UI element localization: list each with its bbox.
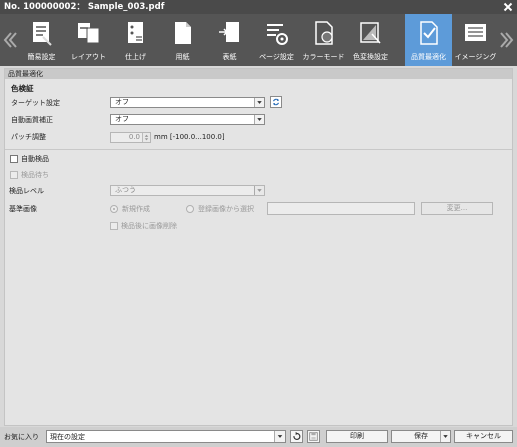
auto-inspect-checkbox[interactable]	[10, 155, 18, 163]
tab-paper[interactable]: 用紙	[159, 14, 206, 66]
auto-correct-value: オフ	[115, 115, 129, 123]
auto-correct-label: 自動画質補正	[11, 116, 53, 124]
tab-page-settings[interactable]: ページ設定	[253, 14, 300, 66]
page-settings-icon	[267, 24, 288, 45]
chevron-down-icon	[254, 186, 264, 195]
tab-color-mode[interactable]: カラーモード	[300, 14, 347, 66]
paper-icon	[175, 22, 191, 44]
finishing-icon	[128, 22, 143, 43]
auto-correct-select[interactable]: オフ	[110, 114, 265, 125]
tab-label: 用紙	[175, 53, 190, 61]
chevron-down-icon	[254, 115, 264, 124]
close-icon[interactable]	[502, 0, 514, 14]
section-header: 品質最適化	[5, 69, 512, 79]
tab-basic-settings[interactable]: 簡易設定	[18, 14, 65, 66]
cancel-button[interactable]: キャンセル	[454, 430, 513, 443]
reference-image-field[interactable]	[267, 202, 415, 215]
layout-icon	[78, 23, 100, 44]
title-bar: No. 100000002： Sample_003.pdf	[0, 0, 517, 14]
divider	[5, 149, 512, 150]
patch-range: mm [-100.0...100.0]	[154, 133, 225, 141]
inspect-level-label: 検品レベル	[9, 187, 44, 195]
tab-label: 仕上げ	[125, 53, 146, 61]
cover-icon	[219, 22, 239, 42]
save-button-label: 保存	[414, 432, 428, 440]
patch-stepper[interactable]: 0.0	[110, 132, 151, 143]
refresh-icon[interactable]	[290, 430, 303, 443]
patch-value: 0.0	[128, 133, 140, 141]
tab-imaging[interactable]: イメージング	[452, 14, 499, 66]
change-button[interactable]: 変更...	[421, 202, 493, 215]
chevron-down-icon[interactable]	[440, 431, 450, 442]
window-title: No. 100000002： Sample_003.pdf	[4, 2, 165, 12]
chevron-down-icon	[254, 98, 264, 107]
refresh-icon[interactable]	[270, 96, 282, 108]
decrement-icon[interactable]	[142, 137, 150, 142]
target-value: オフ	[115, 98, 129, 106]
bottom-bar: お気に入り 現在の設定 印刷 保存 キャンセル	[0, 427, 517, 447]
tab-finishing[interactable]: 仕上げ	[112, 14, 159, 66]
inspect-level-select[interactable]: ふつう	[110, 185, 265, 196]
favorites-select[interactable]: 現在の設定	[46, 430, 286, 443]
new-radio[interactable]	[110, 205, 118, 213]
tab-label: 表紙	[222, 53, 237, 61]
target-label: ターゲット設定	[11, 99, 60, 107]
reference-image-label: 基準画像	[9, 205, 37, 213]
tab-label: イメージング	[454, 53, 497, 61]
delete-after-checkbox[interactable]	[110, 222, 118, 230]
tab-label: 品質最適化	[411, 53, 446, 61]
tab-color-conversion[interactable]: 色変換設定	[347, 14, 394, 66]
color-conversion-icon	[360, 22, 381, 44]
quality-optimization-panel: 品質最適化 色検証 ターゲット設定 オフ 自動画質補正 オフ パッチ調整 0.0…	[4, 68, 513, 426]
delete-after-label: 検品後に画像削除	[121, 222, 177, 230]
patch-label: パッチ調整	[11, 133, 46, 141]
tab-label: ページ設定	[259, 53, 294, 61]
select-registered-label: 登録画像から選択	[198, 205, 254, 213]
color-verify-heading: 色検証	[11, 84, 34, 93]
tab-quality-optimization[interactable]: 品質最適化	[405, 14, 452, 66]
function-toolbar: 簡易設定 レイアウト 仕上げ 用紙 表紙 ページ設定 カラーモード 色変換設定 …	[0, 14, 517, 66]
chevron-down-icon	[274, 431, 285, 442]
save-button[interactable]: 保存	[391, 430, 451, 443]
auto-inspect-label: 自動検品	[21, 155, 49, 163]
select-registered-radio[interactable]	[186, 205, 194, 213]
quality-optimization-icon	[420, 21, 438, 45]
basic-settings-icon	[33, 22, 52, 46]
scroll-right-icon[interactable]	[499, 14, 517, 66]
favorites-label: お気に入り	[4, 433, 39, 441]
tab-label: 簡易設定	[27, 53, 56, 61]
tab-cover[interactable]: 表紙	[206, 14, 253, 66]
tab-layout[interactable]: レイアウト	[65, 14, 112, 66]
tab-label: レイアウト	[71, 53, 106, 61]
inspect-wait-label: 検品待ち	[21, 171, 49, 179]
tab-label: カラーモード	[302, 53, 345, 61]
scroll-left-icon[interactable]	[0, 14, 18, 66]
favorites-value: 現在の設定	[50, 433, 85, 441]
target-select[interactable]: オフ	[110, 97, 265, 108]
inspect-wait-checkbox[interactable]	[10, 171, 18, 179]
save-favorite-icon[interactable]	[307, 430, 320, 443]
imaging-icon	[465, 24, 486, 41]
color-mode-icon	[315, 21, 333, 45]
inspect-level-value: ふつう	[115, 186, 136, 194]
tab-label: 色変換設定	[353, 53, 388, 61]
new-radio-label: 新規作成	[122, 205, 150, 213]
print-button[interactable]: 印刷	[326, 430, 388, 443]
